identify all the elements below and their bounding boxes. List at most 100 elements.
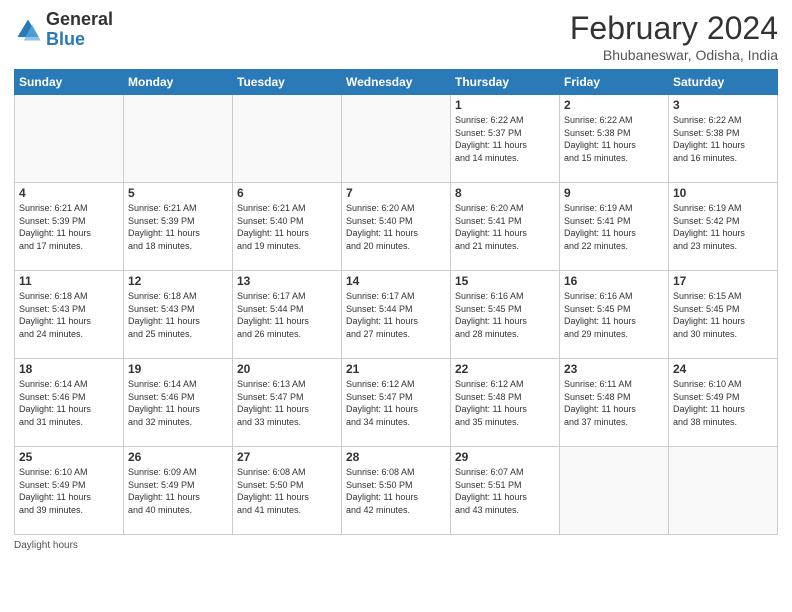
logo-blue: Blue [46, 30, 113, 50]
logo-general: General [46, 10, 113, 30]
day-info: Sunrise: 6:18 AM Sunset: 5:43 PM Dayligh… [19, 290, 119, 340]
calendar-day-cell [124, 95, 233, 183]
day-number: 24 [673, 362, 773, 376]
day-info: Sunrise: 6:17 AM Sunset: 5:44 PM Dayligh… [237, 290, 337, 340]
calendar-day-cell: 19Sunrise: 6:14 AM Sunset: 5:46 PM Dayli… [124, 359, 233, 447]
logo: General Blue [14, 10, 113, 50]
calendar-day-cell: 26Sunrise: 6:09 AM Sunset: 5:49 PM Dayli… [124, 447, 233, 535]
day-info: Sunrise: 6:11 AM Sunset: 5:48 PM Dayligh… [564, 378, 664, 428]
logo-icon [14, 16, 42, 44]
calendar-day-cell: 6 Sunrise: 6:21 AM Sunset: 5:40 PM Daylig… [233, 183, 342, 271]
day-info: Sunrise: 6:14 AM Sunset: 5:46 PM Dayligh… [19, 378, 119, 428]
calendar-day-cell: 11 Sunrise: 6:18 AM Sunset: 5:43 PM Dayli… [15, 271, 124, 359]
day-number: 27 [237, 450, 337, 464]
day-info: Sunrise: 6:08 AM Sunset: 5:50 PM Dayligh… [346, 466, 446, 516]
calendar-day-cell [233, 95, 342, 183]
day-info: Sunrise: 6:22 AM Sunset: 5:38 PM Dayligh… [673, 114, 773, 164]
title-block: February 2024 Bhubaneswar, Odisha, India [570, 10, 778, 63]
calendar-day-cell: 20 Sunrise: 6:13 AM Sunset: 5:47 PM Dayli… [233, 359, 342, 447]
day-number: 7 [346, 186, 446, 200]
calendar-day-cell: 28 Sunrise: 6:08 AM Sunset: 5:50 PM Dayli… [342, 447, 451, 535]
calendar-week-row: 18 Sunrise: 6:14 AM Sunset: 5:46 PM Dayli… [15, 359, 778, 447]
calendar-day-cell: 7 Sunrise: 6:20 AM Sunset: 5:40 PM Daylig… [342, 183, 451, 271]
calendar-day-cell [669, 447, 778, 535]
calendar-day-cell: 17Sunrise: 6:15 AM Sunset: 5:45 PM Dayli… [669, 271, 778, 359]
day-header-thursday: Thursday [451, 70, 560, 95]
calendar-day-cell: 14 Sunrise: 6:17 AM Sunset: 5:44 PM Dayli… [342, 271, 451, 359]
footer: Daylight hours [14, 540, 778, 551]
day-info: Sunrise: 6:07 AM Sunset: 5:51 PM Dayligh… [455, 466, 555, 516]
calendar-week-row: 11 Sunrise: 6:18 AM Sunset: 5:43 PM Dayli… [15, 271, 778, 359]
day-info: Sunrise: 6:10 AM Sunset: 5:49 PM Dayligh… [19, 466, 119, 516]
day-number: 12 [128, 274, 228, 288]
day-number: 6 [237, 186, 337, 200]
calendar-week-row: 4 Sunrise: 6:21 AM Sunset: 5:39 PM Daylig… [15, 183, 778, 271]
day-info: Sunrise: 6:19 AM Sunset: 5:42 PM Dayligh… [673, 202, 773, 252]
calendar-day-cell: 16Sunrise: 6:16 AM Sunset: 5:45 PM Dayli… [560, 271, 669, 359]
day-number: 20 [237, 362, 337, 376]
day-header-monday: Monday [124, 70, 233, 95]
day-header-friday: Friday [560, 70, 669, 95]
day-number: 26 [128, 450, 228, 464]
day-number: 21 [346, 362, 446, 376]
calendar-day-cell [560, 447, 669, 535]
day-header-tuesday: Tuesday [233, 70, 342, 95]
calendar-day-cell: 3 Sunrise: 6:22 AM Sunset: 5:38 PM Daylig… [669, 95, 778, 183]
day-header-saturday: Saturday [669, 70, 778, 95]
day-info: Sunrise: 6:08 AM Sunset: 5:50 PM Dayligh… [237, 466, 337, 516]
logo-text: General Blue [46, 10, 113, 50]
day-number: 25 [19, 450, 119, 464]
day-info: Sunrise: 6:13 AM Sunset: 5:47 PM Dayligh… [237, 378, 337, 428]
day-number: 3 [673, 98, 773, 112]
day-number: 15 [455, 274, 555, 288]
day-number: 29 [455, 450, 555, 464]
title-month: February 2024 [570, 10, 778, 47]
calendar-day-cell: 27 Sunrise: 6:08 AM Sunset: 5:50 PM Dayli… [233, 447, 342, 535]
day-header-sunday: Sunday [15, 70, 124, 95]
calendar-table: SundayMondayTuesdayWednesdayThursdayFrid… [14, 69, 778, 535]
calendar-day-cell: 22 Sunrise: 6:12 AM Sunset: 5:48 PM Dayli… [451, 359, 560, 447]
calendar-day-cell: 2Sunrise: 6:22 AM Sunset: 5:38 PM Daylig… [560, 95, 669, 183]
calendar-day-cell: 5 Sunrise: 6:21 AM Sunset: 5:39 PM Daylig… [124, 183, 233, 271]
day-number: 9 [564, 186, 664, 200]
day-info: Sunrise: 6:16 AM Sunset: 5:45 PM Dayligh… [564, 290, 664, 340]
day-info: Sunrise: 6:12 AM Sunset: 5:48 PM Dayligh… [455, 378, 555, 428]
day-number: 11 [19, 274, 119, 288]
calendar-day-cell: 12Sunrise: 6:18 AM Sunset: 5:43 PM Dayli… [124, 271, 233, 359]
day-number: 14 [346, 274, 446, 288]
day-info: Sunrise: 6:20 AM Sunset: 5:41 PM Dayligh… [455, 202, 555, 252]
calendar-day-cell: 15 Sunrise: 6:16 AM Sunset: 5:45 PM Dayli… [451, 271, 560, 359]
day-number: 23 [564, 362, 664, 376]
day-info: Sunrise: 6:14 AM Sunset: 5:46 PM Dayligh… [128, 378, 228, 428]
daylight-label: Daylight hours [14, 540, 78, 551]
calendar-day-cell: 4 Sunrise: 6:21 AM Sunset: 5:39 PM Daylig… [15, 183, 124, 271]
day-header-wednesday: Wednesday [342, 70, 451, 95]
day-info: Sunrise: 6:20 AM Sunset: 5:40 PM Dayligh… [346, 202, 446, 252]
day-number: 8 [455, 186, 555, 200]
day-number: 5 [128, 186, 228, 200]
day-info: Sunrise: 6:21 AM Sunset: 5:40 PM Dayligh… [237, 202, 337, 252]
calendar-day-cell: 18 Sunrise: 6:14 AM Sunset: 5:46 PM Dayli… [15, 359, 124, 447]
day-info: Sunrise: 6:19 AM Sunset: 5:41 PM Dayligh… [564, 202, 664, 252]
day-info: Sunrise: 6:17 AM Sunset: 5:44 PM Dayligh… [346, 290, 446, 340]
calendar-day-cell: 25 Sunrise: 6:10 AM Sunset: 5:49 PM Dayli… [15, 447, 124, 535]
calendar-day-cell: 13Sunrise: 6:17 AM Sunset: 5:44 PM Dayli… [233, 271, 342, 359]
day-info: Sunrise: 6:21 AM Sunset: 5:39 PM Dayligh… [19, 202, 119, 252]
calendar-day-cell: 10 Sunrise: 6:19 AM Sunset: 5:42 PM Dayli… [669, 183, 778, 271]
day-number: 28 [346, 450, 446, 464]
day-info: Sunrise: 6:21 AM Sunset: 5:39 PM Dayligh… [128, 202, 228, 252]
day-number: 22 [455, 362, 555, 376]
title-location: Bhubaneswar, Odisha, India [570, 47, 778, 63]
page-container: General Blue February 2024 Bhubaneswar, … [0, 0, 792, 561]
calendar-header-row: SundayMondayTuesdayWednesdayThursdayFrid… [15, 70, 778, 95]
calendar-week-row: 1Sunrise: 6:22 AM Sunset: 5:37 PM Daylig… [15, 95, 778, 183]
calendar-day-cell [15, 95, 124, 183]
calendar-day-cell: 9 Sunrise: 6:19 AM Sunset: 5:41 PM Daylig… [560, 183, 669, 271]
day-number: 17 [673, 274, 773, 288]
day-number: 10 [673, 186, 773, 200]
day-number: 18 [19, 362, 119, 376]
day-info: Sunrise: 6:22 AM Sunset: 5:38 PM Dayligh… [564, 114, 664, 164]
day-number: 4 [19, 186, 119, 200]
day-info: Sunrise: 6:16 AM Sunset: 5:45 PM Dayligh… [455, 290, 555, 340]
calendar-day-cell: 1Sunrise: 6:22 AM Sunset: 5:37 PM Daylig… [451, 95, 560, 183]
